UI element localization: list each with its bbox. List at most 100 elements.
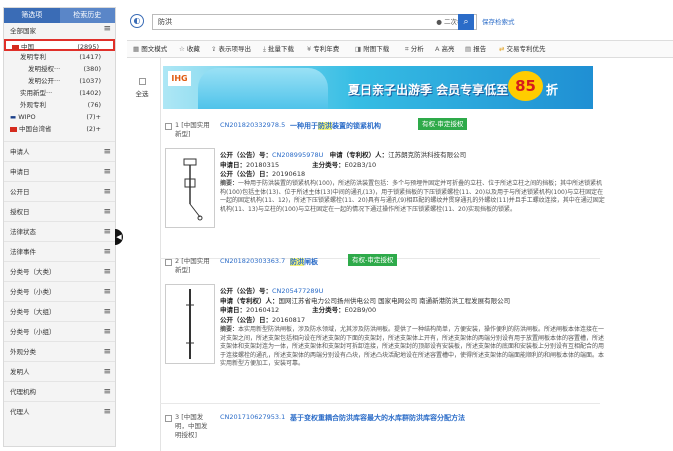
filter-section[interactable]: 申请人 ≡ [4,141,115,161]
result-checkbox[interactable] [165,259,172,266]
result-title[interactable]: 防洪闸板 [290,257,318,267]
tab-filters[interactable]: 筛选项 [4,8,60,23]
menu-icon[interactable]: ≡ [103,342,111,362]
filter-section[interactable]: 法律状态 ≡ [4,221,115,241]
toolbar-item[interactable]: A 高亮 [435,41,455,58]
save-search-link[interactable]: 保存检索式 [482,16,515,26]
result-metadata: 公开（公告）号：CN208995978U 申请（专利权）人：江苏朗克防洪科技有限… [220,151,467,178]
result-item: 1 [中国实用新型] CN201820332978.5 一种用于防洪装置的锁紧机… [165,118,605,258]
filter-section-label: 代理人 [10,408,30,416]
toolbar-label: 表示项导出 [218,45,252,53]
filter-section[interactable]: 分类号（小类） ≡ [4,281,115,301]
toolbar-item[interactable]: ⇪ 表示项导出 [211,41,251,58]
filter-section-label: 授权日 [10,208,30,216]
app-logo-icon: ◐ [130,14,144,28]
collapse-sidebar-icon[interactable]: ◀ [115,229,123,245]
legal-status-badge: 有权-审定授权 [348,254,398,266]
result-abstract: 摘要：本实用新型防洪闸板，涉及防水领域，尤其涉及防洪闸板。提供了一种结构简单，方… [220,326,605,367]
discount-badge: 85 [508,71,543,101]
result-checkbox[interactable] [165,123,172,130]
filter-section[interactable]: 法律事件 ≡ [4,241,115,261]
banner-suffix: 折 [546,83,559,97]
export-icon: ⇪ [211,45,219,53]
select-all-checkbox[interactable]: 全选 [133,78,151,98]
sidebar-filter-item[interactable]: 发明专利 (1417) [4,51,115,63]
menu-icon[interactable]: ≡ [103,322,111,342]
filter-section-label: 发明人 [10,368,30,376]
toolbar-item[interactable]: ☆ 收藏 [179,41,200,58]
filter-label: 外观专利 [20,101,46,109]
filter-count: (76) [87,101,101,109]
filter-section[interactable]: 代理机构 ≡ [4,381,115,401]
filter-section[interactable]: 分类号（大组） ≡ [4,301,115,321]
wipo-icon: ▬ [10,113,19,121]
patent-drawing-thumbnail[interactable] [165,284,215,364]
filter-label: 中国 [21,43,34,51]
search-input[interactable]: 防洪 ● 二次检索 [152,14,477,30]
toolbar-item[interactable]: ▤ 报告 [465,41,486,58]
menu-icon[interactable]: ≡ [103,142,111,162]
toolbar-label: 交易专利优先 [506,45,546,53]
sidebar-filter-item[interactable]: 中国台湾省 (2)+ [4,123,115,135]
sidebar-filter-item[interactable]: 中国 (2895) [4,39,115,51]
search-button[interactable]: ⌕ [458,14,474,30]
filter-section[interactable]: 分类号（小组） ≡ [4,321,115,341]
tab-search-history[interactable]: 检索历史 [59,8,115,23]
filter-section[interactable]: 分类号（大类） ≡ [4,261,115,281]
toolbar-item[interactable]: ¥ 专利年费 [307,41,339,58]
country-filter-header[interactable]: 全部国家 ≡ [4,23,115,39]
sidebar-filter-item[interactable]: 发明授权··· (380) [4,63,115,75]
toolbar-item[interactable]: ◨ 附图下载 [355,41,389,58]
filter-section[interactable]: 代理人 ≡ [4,401,115,421]
menu-icon[interactable]: ≡ [103,23,111,35]
menu-icon[interactable]: ≡ [103,282,111,302]
menu-icon[interactable]: ≡ [103,262,111,282]
toolbar-label: 批量下载 [267,45,294,53]
sidebar-filter-item[interactable]: 外观专利 (76) [4,99,115,111]
result-application-id[interactable]: CN201710627953.1 [220,413,285,421]
toolbar-item[interactable]: ⤓ 批量下载 [263,41,294,58]
china-flag-icon [12,44,19,50]
legal-status-badge: 有权-审定授权 [418,118,468,130]
menu-icon[interactable]: ≡ [103,382,111,402]
filter-label: 发明公开··· [28,77,61,85]
grid-icon: ▦ [133,45,142,53]
filter-section-label: 法律状态 [10,228,36,236]
toolbar-item[interactable]: ⌗ 分析 [405,41,424,58]
toolbar-label: 收藏 [186,45,200,53]
result-application-id[interactable]: CN201820332978.5 [220,121,285,129]
filter-section[interactable]: 发明人 ≡ [4,361,115,381]
menu-icon[interactable]: ≡ [103,222,111,242]
menu-icon[interactable]: ≡ [103,362,111,382]
menu-icon[interactable]: ≡ [103,202,111,222]
menu-icon[interactable]: ≡ [103,242,111,262]
filter-section-label: 分类号（大类） [10,268,56,276]
waterpark-image [198,68,328,109]
patent-drawing-thumbnail[interactable] [165,148,215,228]
menu-icon[interactable]: ≡ [103,302,111,322]
result-title[interactable]: 一种用于防洪装置的锁紧机构 [290,121,381,131]
ad-banner[interactable]: IHG 夏日亲子出游季 会员专享低至 85 折 [163,66,593,109]
filter-section[interactable]: 外观分类 ≡ [4,341,115,361]
menu-icon[interactable]: ≡ [103,402,111,422]
filter-section[interactable]: 公开日 ≡ [4,181,115,201]
filter-label: 实用新型··· [20,89,53,97]
result-abstract: 摘要：一种用于防洪装置的锁紧机构(100)，所述防洪装置包括：多个与预埋件固定并… [220,180,605,213]
sidebar-filter-item[interactable]: 发明公开··· (1037) [4,75,115,87]
report-icon: ▤ [465,45,474,53]
sidebar-filter-item[interactable]: 实用新型··· (1402) [4,87,115,99]
filter-section[interactable]: 申请日 ≡ [4,161,115,181]
sidebar-filter-item[interactable]: ▬ WIPO (7)+ [4,111,115,123]
toolbar-item[interactable]: ▦ 图文模式 [133,41,167,58]
filter-sidebar: 筛选项 检索历史 全部国家 ≡ 中国 (2895) 发明专利 (1417) 发明授权··… [3,7,116,447]
filter-section-label: 法律事件 [10,248,36,256]
toolbar-item[interactable]: ⇄ 交易专利优先 [499,41,546,58]
filter-section[interactable]: 授权日 ≡ [4,201,115,221]
menu-icon[interactable]: ≡ [103,162,111,182]
star-icon: ☆ [179,45,187,53]
result-title[interactable]: 基于变权重耦合防洪库容最大的水库群防洪库容分配方法 [290,413,465,423]
result-application-id[interactable]: CN201820303363.7 [220,257,285,265]
result-checkbox[interactable] [165,415,172,422]
filter-label: WIPO [18,113,36,121]
menu-icon[interactable]: ≡ [103,182,111,202]
